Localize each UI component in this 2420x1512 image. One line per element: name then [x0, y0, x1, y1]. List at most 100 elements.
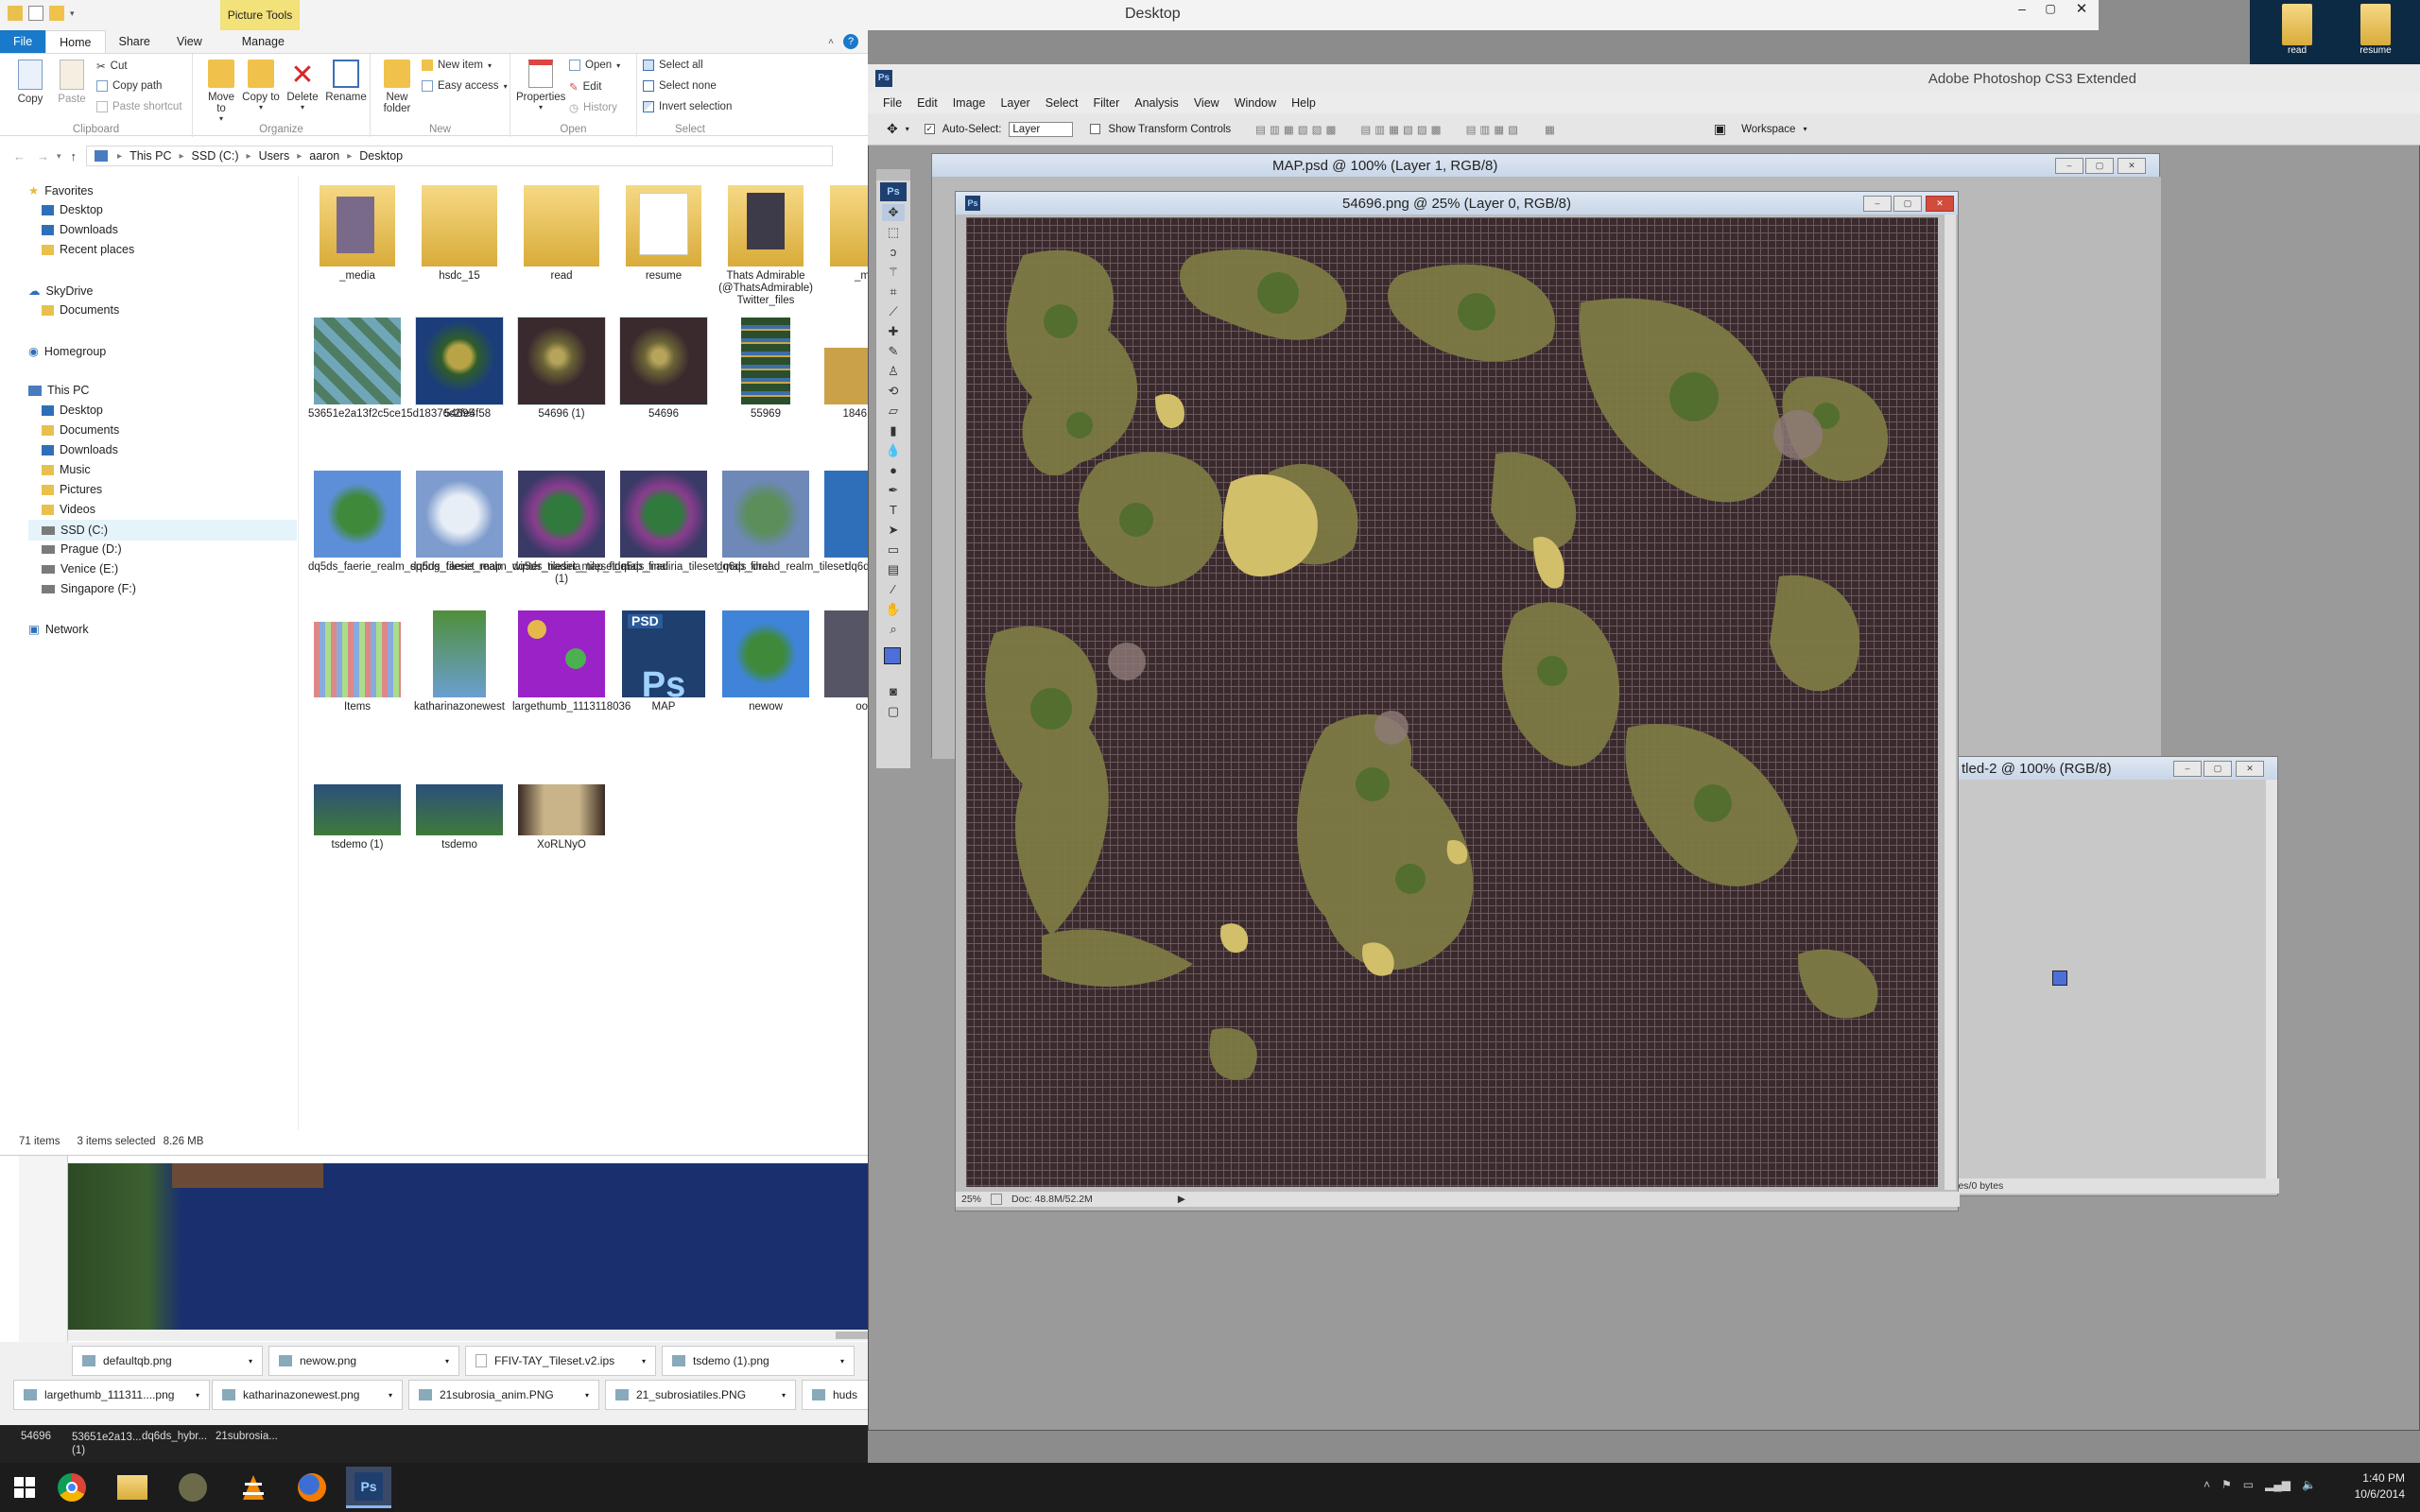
file-tab[interactable]: defaultqb.png ▾ [72, 1346, 263, 1376]
clock[interactable]: 1:40 PM 10/6/2014 [2355, 1470, 2405, 1503]
file-item[interactable]: newow [717, 610, 815, 713]
taskbar-firefox[interactable] [289, 1467, 335, 1508]
taskbar-chrome[interactable] [49, 1467, 95, 1508]
nav-fav-recent[interactable]: Recent places [42, 243, 134, 256]
file-item[interactable]: 54696 [614, 317, 713, 421]
forward-arrow-icon[interactable]: → [37, 149, 49, 163]
move-to-button[interactable]: Move to ▾ [202, 60, 240, 123]
menu-help[interactable]: Help [1284, 93, 1323, 113]
new-item-button[interactable]: New item ▾ [422, 60, 492, 71]
vertical-scrollbar[interactable] [1945, 215, 1956, 1190]
new-folder-icon[interactable] [49, 6, 64, 21]
screen-mode-icon[interactable]: ▢ [882, 703, 905, 720]
volume-icon[interactable]: 🔈 [2302, 1478, 2316, 1491]
delete-button[interactable]: ✕ Delete ▾ [284, 60, 321, 112]
close-button[interactable]: ✕ [2236, 761, 2264, 777]
nav-pc-music[interactable]: Music [42, 463, 91, 476]
back-arrow-icon[interactable]: ← [13, 149, 26, 163]
magic-wand-tool-icon[interactable]: ⚚ [882, 264, 905, 281]
doc-title-bar[interactable]: MAP.psd @ 100% (Layer 1, RGB/8) – ▢ ✕ [932, 154, 2159, 177]
nav-pc-pictures[interactable]: Pictures [42, 483, 102, 496]
address-bar[interactable]: ▸ This PC ▸ SSD (C:) ▸ Users ▸ aaron ▸ Deskt… [86, 146, 834, 166]
file-item[interactable]: dq6d rld_ [819, 471, 868, 574]
breadcrumb-item[interactable]: This PC [130, 149, 171, 163]
file-tab[interactable]: largethumb_111311....png ▾ [13, 1380, 210, 1410]
open-button[interactable]: Open ▾ [569, 60, 620, 71]
auto-select-dropdown[interactable]: Layer [1009, 121, 1074, 137]
selection-item[interactable]: 54696 [21, 1431, 51, 1442]
shape-tool-icon[interactable]: ▭ [882, 541, 905, 558]
file-item[interactable]: katharinazonewest [410, 610, 509, 713]
clone-stamp-icon[interactable]: ♙ [882, 363, 905, 380]
nav-skydrive[interactable]: ☁ SkyDrive [28, 284, 94, 299]
crop-tool-icon[interactable]: ⌗ [882, 284, 905, 301]
close-button[interactable]: ✕ [2065, 0, 2099, 17]
file-item[interactable]: 54695 [410, 317, 509, 421]
file-item[interactable]: 55969 [717, 318, 815, 421]
file-item[interactable]: dq6ds_dread_realm_tileset [717, 471, 848, 574]
nav-network[interactable]: ▣ Network [28, 622, 89, 637]
copy-button[interactable]: Copy [11, 60, 49, 105]
nav-pc-venice[interactable]: Venice (E:) [42, 562, 118, 576]
type-tool-icon[interactable]: T [882, 502, 905, 519]
doc-window-untitled[interactable]: tled-2 @ 100% (RGB/8) – ▢ ✕ 768 bytes/0 … [1919, 756, 2279, 1196]
paste-shortcut-button[interactable]: Paste shortcut [96, 101, 182, 112]
up-arrow-icon[interactable]: ↑ [71, 149, 78, 163]
notes-tool-icon[interactable]: ▤ [882, 561, 905, 578]
eraser-tool-icon[interactable]: ▱ [882, 403, 905, 420]
taskbar-file-explorer[interactable] [110, 1467, 155, 1508]
foreground-color-swatch[interactable] [884, 647, 901, 664]
color-swatches[interactable] [880, 642, 908, 679]
file-item[interactable]: Thats Admirable (@ThatsAdmirable) Twitte… [717, 180, 815, 307]
close-button[interactable]: ✕ [2118, 158, 2146, 174]
copy-to-button[interactable]: Copy to ▾ [242, 60, 280, 112]
file-tab[interactable]: tsdemo (1).png ▾ [662, 1346, 855, 1376]
explorer-title-bar[interactable]: ▾ Desktop – ▢ ✕ [0, 0, 2099, 30]
chevron-down-icon[interactable]: ▾ [906, 125, 909, 133]
vertical-scrollbar[interactable] [2266, 780, 2277, 1178]
preview-scrollbar[interactable] [68, 1330, 868, 1341]
tab-share[interactable]: Share [106, 30, 164, 53]
breadcrumb-item[interactable]: Users [259, 149, 290, 163]
network-signal-icon[interactable]: ▂▄▆ [2265, 1478, 2290, 1491]
tab-home[interactable]: Home [45, 30, 106, 53]
file-item[interactable]: read [512, 180, 611, 283]
eyedropper-tool-icon[interactable]: ⁄ [882, 581, 905, 598]
history-brush-icon[interactable]: ⟲ [882, 383, 905, 400]
distribute-buttons[interactable]: ▤▥▦▧▨▩ [1360, 123, 1444, 136]
properties-icon[interactable] [28, 6, 43, 21]
chevron-up-icon[interactable]: ˄ [828, 37, 834, 47]
hand-tool-icon[interactable]: ✋ [882, 601, 905, 618]
minimize-button[interactable]: – [2008, 1, 2036, 16]
file-item[interactable]: 1846 fzeld [819, 318, 868, 421]
taskbar-photoshop[interactable]: Ps [346, 1467, 391, 1508]
gradient-tool-icon[interactable]: ▮ [882, 422, 905, 439]
tab-view[interactable]: View [164, 30, 216, 53]
file-tab[interactable]: newow.png ▾ [268, 1346, 459, 1376]
close-button[interactable]: ✕ [1926, 196, 1954, 212]
menu-analysis[interactable]: Analysis [1127, 93, 1186, 113]
align-buttons[interactable]: ▤▥▦▧▨▩ [1255, 123, 1340, 136]
file-item[interactable]: hsdc_15 [410, 180, 509, 283]
select-all-button[interactable]: Select all [643, 60, 703, 71]
photoshop-title-bar[interactable]: Ps Adobe Photoshop CS3 Extended [868, 64, 2420, 94]
nav-pc-singapore[interactable]: Singapore (F:) [42, 582, 136, 595]
nav-sky-documents[interactable]: Documents [42, 303, 119, 317]
status-arrow-icon[interactable]: ▶ [1178, 1194, 1185, 1205]
pen-tool-icon[interactable]: ✒ [882, 482, 905, 499]
menu-layer[interactable]: Layer [993, 93, 1037, 113]
flag-icon[interactable]: ⚑ [2221, 1478, 2232, 1491]
nav-this-pc[interactable]: This PC [28, 384, 89, 397]
file-item[interactable]: 54696 (1) [512, 317, 611, 421]
status-menu-icon[interactable] [991, 1194, 1003, 1205]
desktop-icon-resume[interactable]: resume [2352, 4, 2399, 56]
maximize-button[interactable]: ▢ [2036, 2, 2065, 15]
auto-select-checkbox[interactable]: ✓ [924, 124, 935, 134]
taskbar-vlc[interactable] [231, 1467, 276, 1508]
move-tool-icon[interactable]: ✥ [887, 121, 898, 137]
rename-button[interactable]: Rename [325, 60, 367, 103]
file-tab[interactable]: 21_subrosiatiles.PNG ▾ [605, 1380, 796, 1410]
selection-item[interactable]: dq6ds_hybr... [142, 1431, 207, 1442]
nav-pc-desktop[interactable]: Desktop [42, 404, 103, 417]
menu-edit[interactable]: Edit [909, 93, 945, 113]
